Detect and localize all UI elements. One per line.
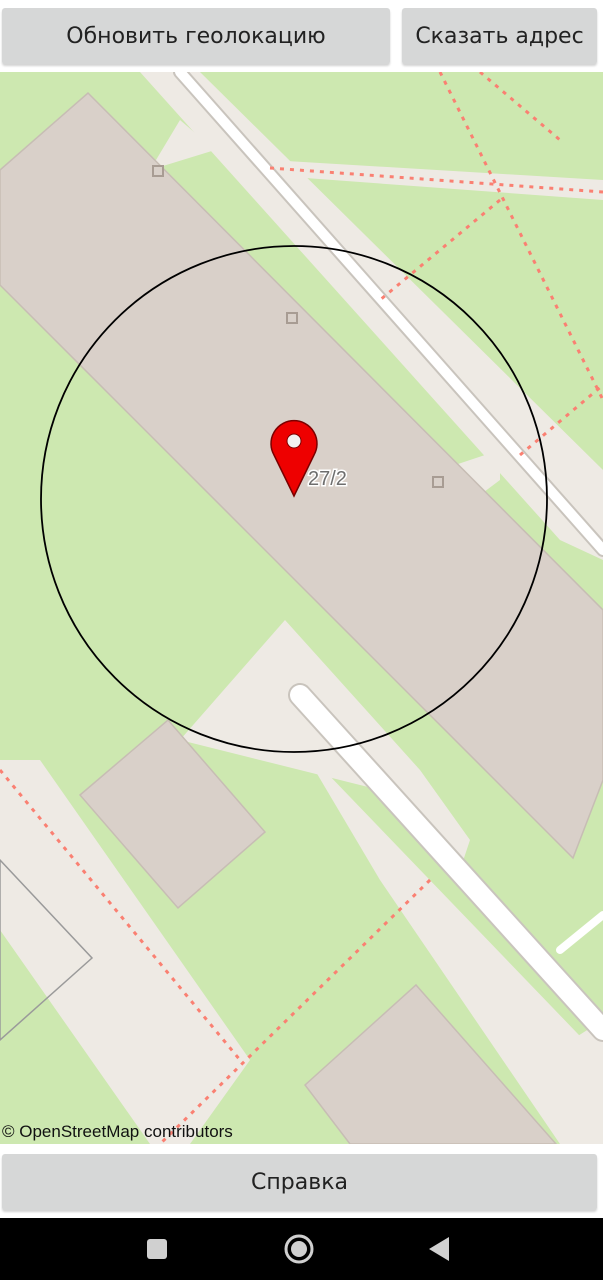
top-toolbar: Обновить геолокацию Сказать адрес xyxy=(0,0,603,72)
map-attribution: © OpenStreetMap contributors xyxy=(2,1122,233,1141)
system-navigation-bar xyxy=(0,1218,603,1280)
triangle-back-icon xyxy=(429,1237,449,1261)
recent-apps-button[interactable] xyxy=(117,1218,197,1280)
back-button[interactable] xyxy=(400,1218,480,1280)
map-canvas[interactable]: 27/2 xyxy=(0,72,603,1144)
update-geolocation-button[interactable]: Обновить геолокацию xyxy=(2,8,390,64)
square-icon xyxy=(147,1239,167,1259)
circle-icon xyxy=(284,1234,314,1264)
app-window: Обновить геолокацию Сказать адрес 27/2 ©… xyxy=(0,0,603,1280)
map-view[interactable]: 27/2 © OpenStreetMap contributors xyxy=(0,72,603,1144)
house-number-label: 27/2 xyxy=(308,468,347,490)
help-button[interactable]: Справка xyxy=(2,1154,597,1210)
bottom-toolbar: Справка xyxy=(0,1144,603,1218)
home-button[interactable] xyxy=(259,1218,339,1280)
say-address-button[interactable]: Сказать адрес xyxy=(402,8,597,64)
